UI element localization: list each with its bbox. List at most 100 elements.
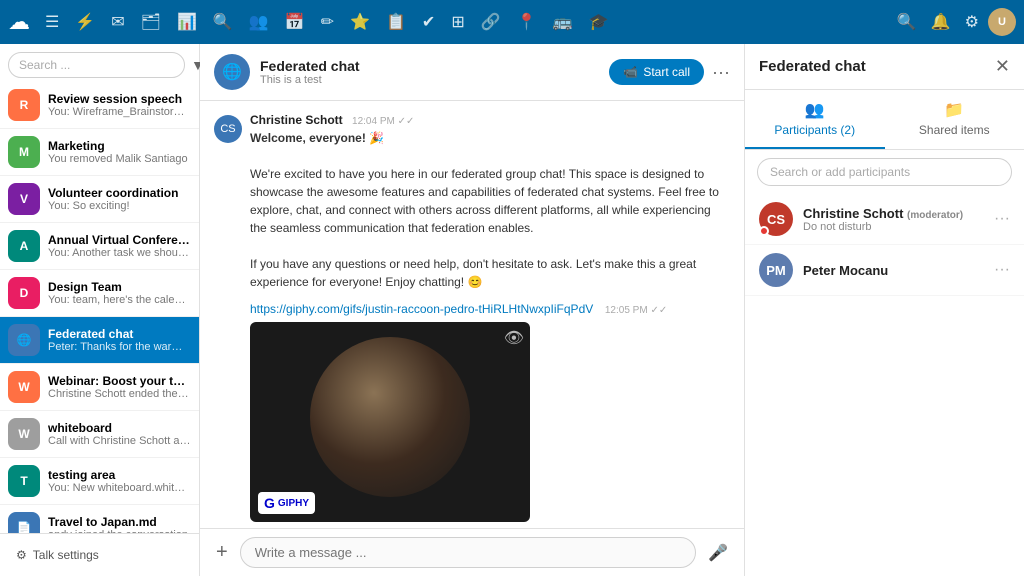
sidebar-item-volunteer[interactable]: V Volunteer coordination You: So excitin…: [0, 176, 199, 223]
topbar: ☁ ☰ ⚡ ✉ 🗂 📊 🔍 👥 📅 ✏ ⭐ 📋 ✔ ⊞ 🔗 📍 🚌 🎓 🔍 🔔 …: [0, 0, 1024, 44]
nav-icon-files[interactable]: 🗂: [136, 8, 166, 36]
nav-icon-bookmarks[interactable]: ⭐: [345, 8, 375, 36]
close-panel-button[interactable]: ✕: [995, 56, 1010, 77]
participants-tab-label: Participants (2): [774, 123, 855, 137]
nav-icon-more1[interactable]: 🚌: [548, 8, 578, 36]
chat-header-actions: 📹 Start call ···: [609, 59, 730, 85]
participant-avatar: PM: [759, 253, 793, 287]
nav-icon-menu[interactable]: ☰: [40, 8, 64, 36]
status-dot: [759, 226, 769, 236]
chat-input-area: + 🎤: [200, 528, 744, 576]
chat-subtitle: This is a test: [260, 74, 599, 86]
participant-avatar: CS: [759, 202, 793, 236]
conv-preview: You: team, here's the calendar ...: [48, 294, 191, 306]
sidebar-item-marketing[interactable]: M Marketing You removed Malik Santiago: [0, 129, 199, 176]
sidebar-item-testing-area[interactable]: T testing area You: New whiteboard.whitb…: [0, 458, 199, 505]
tab-shared-items[interactable]: 📁 Shared items: [885, 90, 1024, 149]
giphy-link[interactable]: https://giphy.com/gifs/justin-raccoon-pe…: [250, 302, 593, 316]
sidebar-item-travel-japan[interactable]: 📄 Travel to Japan.md andy joined the con…: [0, 505, 199, 533]
message-input-box: [240, 537, 696, 568]
right-panel-title: Federated chat: [759, 58, 866, 75]
participant-list: CS Christine Schott (moderator) Do not d…: [745, 194, 1024, 576]
chat-more-icon[interactable]: ···: [712, 62, 730, 83]
sidebar: ▼ ✏ R Review session speech You: Wirefra…: [0, 44, 200, 576]
conv-avatar: M: [8, 136, 40, 168]
nav-icon-search-top[interactable]: 🔍: [208, 8, 238, 36]
conv-content: Federated chat Peter: Thanks for the war…: [48, 327, 191, 353]
sidebar-header: ▼ ✏: [0, 44, 199, 82]
conv-content: testing area You: New whiteboard.whitboa…: [48, 468, 191, 494]
participant-item: PM Peter Mocanu ···: [745, 245, 1024, 296]
nav-icon-mail[interactable]: ✉: [106, 8, 129, 36]
messages-list: CS Christine Schott 12:04 PM ✓✓ Welcome,…: [200, 101, 744, 528]
nav-icon-more2[interactable]: 🎓: [584, 8, 614, 36]
app-logo: ☁: [8, 9, 30, 35]
chat-area: 🌐 Federated chat This is a test 📹 Start …: [200, 44, 744, 576]
nav-icon-links[interactable]: 🔗: [476, 8, 506, 36]
message-content: Christine Schott 12:04 PM ✓✓ Welcome, ev…: [250, 113, 730, 291]
search-input[interactable]: [8, 52, 185, 78]
conversation-list: R Review session speech You: Wireframe_B…: [0, 82, 199, 533]
giphy-image: G GIPHY: [250, 322, 530, 522]
participant-info: Peter Mocanu: [803, 263, 984, 278]
nav-icon-tasks[interactable]: 📋: [381, 8, 411, 36]
talk-settings-button[interactable]: ⚙ Talk settings: [8, 542, 191, 568]
giphy-eye-icon[interactable]: 👁: [504, 328, 524, 348]
participant-name: Christine Schott (moderator): [803, 206, 984, 221]
nav-icon-settings[interactable]: ⚙: [960, 8, 984, 36]
conv-name: testing area: [48, 468, 191, 482]
nav-icon-tables[interactable]: ⊞: [446, 8, 469, 36]
nav-icon-contacts[interactable]: 👥: [244, 8, 274, 36]
right-panel-header: Federated chat ✕: [745, 44, 1024, 90]
conv-name: Marketing: [48, 139, 191, 153]
settings-icon: ⚙: [16, 548, 27, 562]
conv-avatar: 📄: [8, 512, 40, 533]
mic-button[interactable]: 🎤: [704, 539, 732, 567]
nav-icon-calendar[interactable]: 📅: [280, 8, 310, 36]
start-call-label: Start call: [643, 65, 690, 79]
participant-more-button[interactable]: ···: [994, 210, 1010, 228]
nav-icon-check[interactable]: ✔: [417, 8, 440, 36]
conv-avatar: T: [8, 465, 40, 497]
nav-icon-notifications[interactable]: 🔔: [926, 8, 956, 36]
nav-icon-search-right[interactable]: 🔍: [892, 8, 922, 36]
nav-icon-activity[interactable]: ⚡: [70, 8, 100, 36]
participant-search-input[interactable]: [757, 158, 1012, 186]
nav-icon-maps[interactable]: 📍: [512, 8, 542, 36]
sidebar-item-review-session[interactable]: R Review session speech You: Wireframe_B…: [0, 82, 199, 129]
message-text: Welcome, everyone! 🎉 We're excited to ha…: [250, 129, 730, 291]
sender-avatar: CS: [214, 115, 242, 143]
sidebar-item-whiteboard[interactable]: W whiteboard Call with Christine Schott …: [0, 411, 199, 458]
conv-content: Annual Virtual Conference You: Another t…: [48, 233, 191, 259]
conv-preview: Call with Christine Schott and ...: [48, 435, 191, 447]
message-row: CS Christine Schott 12:04 PM ✓✓ Welcome,…: [214, 113, 730, 291]
start-call-button[interactable]: 📹 Start call: [609, 59, 704, 85]
message-input[interactable]: [255, 545, 681, 560]
nav-icon-dashboard[interactable]: 📊: [172, 8, 202, 36]
giphy-badge: G GIPHY: [258, 492, 315, 514]
conv-preview: You: So exciting!: [48, 200, 191, 212]
sidebar-item-federated-chat[interactable]: 🌐 Federated chat Peter: Thanks for the w…: [0, 317, 199, 364]
add-attachment-button[interactable]: +: [212, 537, 232, 568]
conv-preview: You: Another task we should th...: [48, 247, 191, 259]
tab-participants[interactable]: 👥 Participants (2): [745, 90, 885, 149]
chat-title: Federated chat: [260, 58, 599, 74]
conv-content: Review session speech You: Wireframe_Bra…: [48, 92, 191, 118]
link-message: https://giphy.com/gifs/justin-raccoon-pe…: [214, 301, 730, 525]
chat-header: 🌐 Federated chat This is a test 📹 Start …: [200, 44, 744, 101]
conv-preview: You removed Malik Santiago: [48, 153, 191, 165]
sidebar-item-annual-virtual[interactable]: A Annual Virtual Conference You: Another…: [0, 223, 199, 270]
chat-avatar: 🌐: [214, 54, 250, 90]
nav-icon-notes[interactable]: ✏: [316, 8, 339, 36]
sidebar-item-design-team[interactable]: D Design Team You: team, here's the cale…: [0, 270, 199, 317]
conv-name: Review session speech: [48, 92, 191, 106]
conv-name: Annual Virtual Conference: [48, 233, 191, 247]
sidebar-item-webinar[interactable]: W Webinar: Boost your team's p... Christ…: [0, 364, 199, 411]
user-avatar[interactable]: U: [988, 8, 1016, 36]
conv-avatar: A: [8, 230, 40, 262]
topbar-right: 🔍 🔔 ⚙ U: [892, 8, 1016, 36]
participant-more-button[interactable]: ···: [994, 261, 1010, 279]
conv-avatar: 🌐: [8, 324, 40, 356]
giphy-circle-decoration: [310, 337, 470, 497]
message-sender: Christine Schott 12:04 PM ✓✓: [250, 113, 730, 127]
